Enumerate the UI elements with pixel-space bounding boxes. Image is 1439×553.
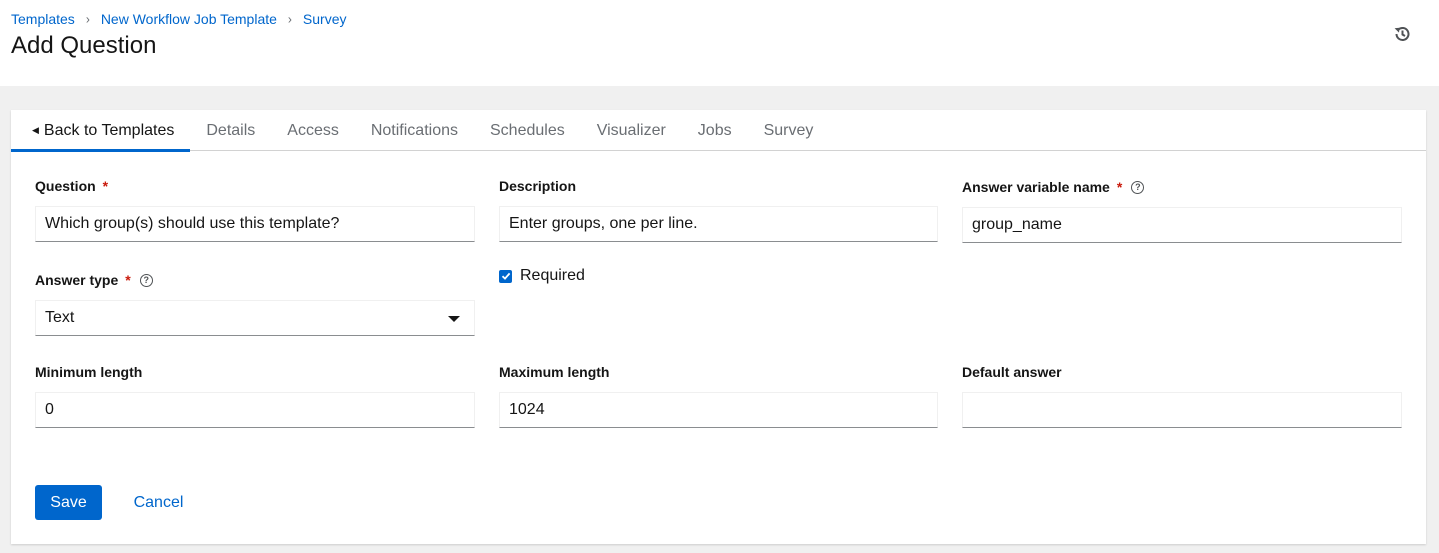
answer-type-value: Text bbox=[45, 309, 75, 326]
description-input[interactable]: Enter groups, one per line. bbox=[499, 206, 938, 242]
help-icon[interactable]: ? bbox=[1131, 180, 1145, 194]
answer-type-field: Answer type * ? bbox=[35, 270, 153, 290]
answer-type-select[interactable]: Text bbox=[35, 300, 475, 336]
variable-label: Answer variable name bbox=[962, 179, 1110, 195]
default-answer-field: Default answer bbox=[962, 362, 1062, 382]
description-field: Description bbox=[499, 176, 576, 196]
max-length-label: Maximum length bbox=[499, 364, 610, 380]
tab-schedules[interactable]: Schedules bbox=[474, 110, 581, 151]
question-label: Question bbox=[35, 178, 96, 194]
tab-notifications[interactable]: Notifications bbox=[355, 110, 474, 151]
page-header: Templates › New Workflow Job Template › … bbox=[0, 0, 1439, 86]
check-icon bbox=[501, 272, 510, 280]
chevron-right-icon: › bbox=[287, 11, 292, 27]
default-answer-input[interactable] bbox=[962, 392, 1402, 428]
variable-input[interactable]: group_name bbox=[962, 207, 1402, 243]
default-answer-label: Default answer bbox=[962, 364, 1062, 380]
cancel-button[interactable]: Cancel bbox=[122, 485, 195, 520]
question-field: Question * bbox=[35, 176, 108, 196]
min-length-input[interactable]: 0 bbox=[35, 392, 475, 428]
page-title: Add Question bbox=[11, 32, 157, 59]
help-icon[interactable]: ? bbox=[139, 273, 153, 287]
max-length-input[interactable]: 1024 bbox=[499, 392, 938, 428]
required-checkbox[interactable] bbox=[499, 269, 512, 283]
tab-back-to-templates[interactable]: ◀ Back to Templates bbox=[11, 110, 191, 152]
required-asterisk: * bbox=[102, 178, 109, 194]
tab-label: Back to Templates bbox=[43, 121, 175, 139]
breadcrumb-workflow-template[interactable]: New Workflow Job Template bbox=[101, 11, 277, 27]
answer-type-label: Answer type bbox=[35, 272, 119, 288]
tab-visualizer[interactable]: Visualizer bbox=[581, 110, 682, 151]
form-card: ◀ Back to Templates Details Access Notif… bbox=[11, 110, 1426, 544]
tab-survey[interactable]: Survey bbox=[748, 110, 830, 151]
chevron-right-icon: › bbox=[85, 11, 90, 27]
question-input[interactable]: Which group(s) should use this template? bbox=[35, 206, 475, 242]
required-asterisk: * bbox=[1116, 179, 1123, 195]
caret-left-icon: ◀ bbox=[32, 125, 39, 135]
breadcrumb-templates[interactable]: Templates bbox=[11, 11, 75, 27]
breadcrumb: Templates › New Workflow Job Template › … bbox=[11, 11, 347, 27]
tab-access[interactable]: Access bbox=[271, 110, 355, 151]
tab-details[interactable]: Details bbox=[190, 110, 271, 151]
required-asterisk: * bbox=[125, 272, 131, 288]
description-label: Description bbox=[499, 178, 577, 194]
save-button[interactable]: Save bbox=[35, 485, 102, 520]
caret-down-icon bbox=[448, 316, 460, 322]
variable-field: Answer variable name * ? bbox=[962, 177, 1145, 197]
tab-jobs[interactable]: Jobs bbox=[682, 110, 748, 151]
breadcrumb-survey[interactable]: Survey bbox=[303, 11, 347, 27]
max-length-field: Maximum length bbox=[499, 362, 609, 382]
min-length-field: Minimum length bbox=[35, 362, 142, 382]
min-length-label: Minimum length bbox=[35, 364, 143, 380]
required-label[interactable]: Required bbox=[520, 267, 585, 285]
tab-bar: ◀ Back to Templates Details Access Notif… bbox=[11, 110, 1426, 152]
required-checkbox-row: Required bbox=[499, 267, 585, 285]
history-icon[interactable] bbox=[1392, 24, 1412, 44]
